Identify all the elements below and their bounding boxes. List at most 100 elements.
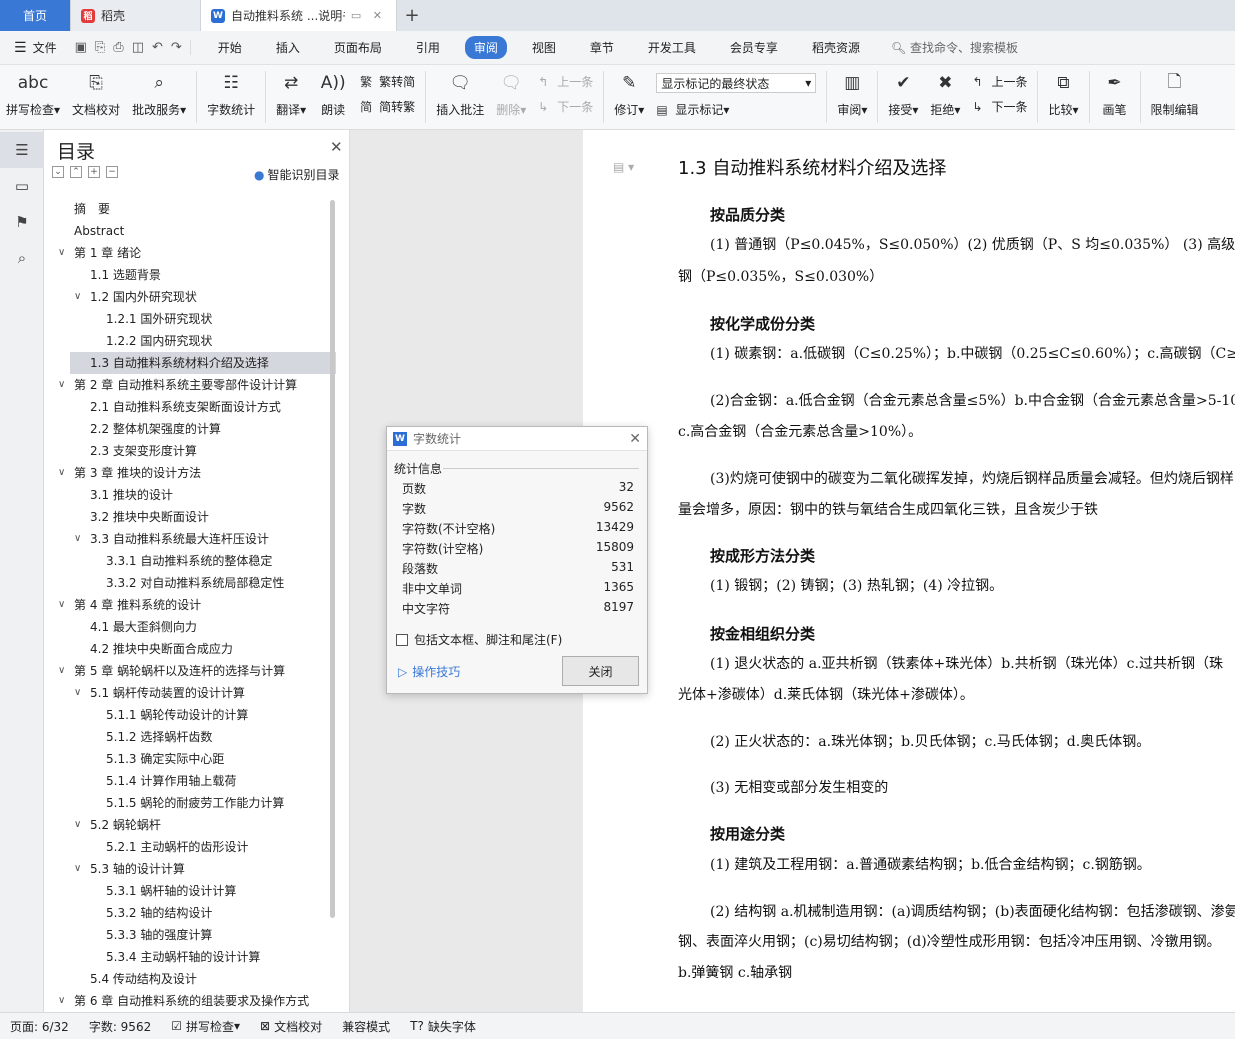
toc-item[interactable]: ∨ 5.2 蜗轮蜗杆 <box>44 814 336 836</box>
prev-comment-button[interactable]: ↰ 上一条 <box>538 73 593 90</box>
chevron-down-icon[interactable]: ∨ <box>58 990 65 1012</box>
doc-proof-button[interactable]: ⎘ 文档校对 <box>66 69 126 118</box>
delete-comment-button[interactable]: 🗨︎ 删除▾ <box>490 69 532 118</box>
menu-item[interactable]: 引用 <box>407 36 449 59</box>
toc-item[interactable]: 5.1.2 选择蜗杆齿数 <box>44 726 336 748</box>
new-tab-button[interactable]: + <box>397 0 427 31</box>
toc-item[interactable]: ∨ 1.2 国内外研究现状 <box>44 286 336 308</box>
next-change-button[interactable]: ↳ 下一条 <box>972 98 1027 115</box>
toc-item[interactable]: 5.3.2 轴的结构设计 <box>44 902 336 924</box>
toc-item[interactable]: 1.2.2 国内研究现状 <box>44 330 336 352</box>
chevron-down-icon[interactable]: ∨ <box>58 594 65 616</box>
toc-item[interactable]: 3.2 推块中央断面设计 <box>44 506 336 528</box>
export-icon[interactable]: ⎘ <box>95 40 105 55</box>
toc-item[interactable]: Abstract <box>44 220 336 242</box>
spell-check-status[interactable]: ☑ 拼写检查 ▾ <box>161 1018 250 1035</box>
menu-item[interactable]: 视图 <box>523 36 565 59</box>
add-icon[interactable]: + <box>88 166 100 178</box>
translate-button[interactable]: ⇄ 翻译▾ <box>270 69 312 118</box>
collapse-icon[interactable]: ⌄ <box>52 166 64 178</box>
word-count-indicator[interactable]: 字数: 9562 <box>79 1018 161 1035</box>
paragraph-menu-icon[interactable]: ▤ ▾ <box>613 160 634 174</box>
toc-item[interactable]: 3.3.1 自动推料系统的整体稳定 <box>44 550 336 572</box>
toc-item[interactable]: 5.1.5 蜗轮的耐疲劳工作能力计算 <box>44 792 336 814</box>
tab-close-icon[interactable]: ▭ ✕ <box>351 9 386 22</box>
chevron-down-icon[interactable]: ∨ <box>74 814 81 836</box>
toc-item[interactable]: 5.2.1 主动蜗杆的齿形设计 <box>44 836 336 858</box>
chevron-down-icon[interactable]: ∨ <box>74 682 81 704</box>
undo-icon[interactable]: ↶ <box>152 40 163 55</box>
bookmark-icon[interactable]: ⚑ <box>0 204 44 240</box>
menu-item[interactable]: 审阅 <box>464 36 507 59</box>
tab-docer[interactable]: 稻 稻壳 <box>71 0 201 31</box>
menu-item[interactable]: 开发工具 <box>639 36 705 59</box>
markup-state-select[interactable]: 显示标记的最终状态 ▾ <box>656 73 817 93</box>
missing-font-status[interactable]: T? 缺失字体 <box>400 1018 486 1035</box>
page-indicator[interactable]: 页面: 6/32 <box>0 1018 79 1035</box>
toc-item[interactable]: 5.3.1 蜗杆轴的设计计算 <box>44 880 336 902</box>
remove-icon[interactable]: − <box>106 166 118 178</box>
chevron-down-icon[interactable]: ∨ <box>58 660 65 682</box>
toc-item[interactable]: 5.3.4 主动蜗杆轴的设计计算 <box>44 946 336 968</box>
reject-button[interactable]: ✖ 拒绝▾ <box>924 69 966 118</box>
to-simplified-button[interactable]: 简简转繁 <box>360 98 415 115</box>
toc-nav-icon[interactable]: ☰ <box>0 132 44 168</box>
spell-check-button[interactable]: abc 拼写检查▾ <box>0 69 66 118</box>
compare-button[interactable]: ⧉ 比较▾ <box>1042 69 1084 118</box>
word-count-button[interactable]: ☷ 字数统计 <box>201 69 261 118</box>
tips-link[interactable]: ▷ 操作技巧 <box>398 663 460 680</box>
toc-item[interactable]: 4.1 最大歪斜侧向力 <box>44 616 336 638</box>
show-markup-button[interactable]: ▤ 显示标记 ▾ <box>656 101 816 118</box>
next-comment-button[interactable]: ↳ 下一条 <box>538 98 593 115</box>
menu-item[interactable]: 稻壳资源 <box>803 36 869 59</box>
toc-item[interactable]: 2.1 自动推料系统支架断面设计方式 <box>44 396 336 418</box>
toc-item[interactable]: ∨ 第 3 章 推块的设计方法 <box>44 462 336 484</box>
toc-item[interactable]: ∨ 5.1 蜗杆传动装置的设计计算 <box>44 682 336 704</box>
toc-item[interactable]: ∨ 第 6 章 自动推料系统的组装要求及操作方式 <box>44 990 336 1012</box>
tab-home[interactable]: 首页 <box>0 0 71 31</box>
toc-item[interactable]: 摘 要 <box>44 198 336 220</box>
print-icon[interactable]: ⎙ <box>113 40 123 55</box>
toc-item[interactable]: ∨ 3.3 自动推料系统最大连杆压设计 <box>44 528 336 550</box>
toc-item[interactable]: 5.1.1 蜗轮传动设计的计算 <box>44 704 336 726</box>
menu-item[interactable]: 开始 <box>209 36 251 59</box>
toc-item[interactable]: 3.1 推块的设计 <box>44 484 336 506</box>
file-menu[interactable]: ☰ 文件 <box>0 39 67 56</box>
toc-item[interactable]: 5.1.3 确定实际中心距 <box>44 748 336 770</box>
search-icon[interactable]: ⌕ <box>0 240 44 276</box>
expand-icon[interactable]: ⌃ <box>70 166 82 178</box>
toc-item[interactable]: 1.1 选题背景 <box>44 264 336 286</box>
toc-item[interactable]: 5.4 传动结构及设计 <box>44 968 336 990</box>
toc-item[interactable]: 5.3.3 轴的强度计算 <box>44 924 336 946</box>
doc-proof-status[interactable]: ⊠ 文档校对 <box>250 1018 332 1035</box>
toc-item[interactable]: 4.2 推块中央断面合成应力 <box>44 638 336 660</box>
batch-service-button[interactable]: ⌕ 批改服务▾ <box>126 69 192 118</box>
toc-item[interactable]: 5.1.4 计算作用轴上载荷 <box>44 770 336 792</box>
restrict-edit-button[interactable]: 🗋︎ 限制编辑 <box>1145 69 1205 118</box>
command-search[interactable]: 🔍︎ 查找命令、搜索模板 <box>891 39 1018 56</box>
toc-item[interactable]: 1.2.1 国外研究现状 <box>44 308 336 330</box>
include-footnotes-checkbox[interactable]: 包括文本框、脚注和尾注(F) <box>396 631 562 648</box>
chevron-down-icon[interactable]: ∨ <box>58 462 65 484</box>
toc-item[interactable]: ∨ 第 2 章 自动推料系统主要零部件设计计算 <box>44 374 336 396</box>
menu-item[interactable]: 页面布局 <box>325 36 391 59</box>
accept-button[interactable]: ✔ 接受▾ <box>882 69 924 118</box>
toc-item[interactable]: 2.2 整体机架强度的计算 <box>44 418 336 440</box>
chevron-down-icon[interactable]: ∨ <box>74 858 81 880</box>
smart-toc-button[interactable]: ● 智能识别目录 <box>254 166 340 183</box>
prev-change-button[interactable]: ↰ 上一条 <box>972 73 1027 90</box>
chevron-down-icon[interactable]: ∨ <box>58 242 65 264</box>
preview-icon[interactable]: ◫ <box>132 40 144 55</box>
review-pane-button[interactable]: ▥ 审阅▾ <box>831 69 873 118</box>
menu-item[interactable]: 会员专享 <box>721 36 787 59</box>
redo-icon[interactable]: ↷ <box>171 40 182 55</box>
chapter-nav-icon[interactable]: ▭ <box>0 168 44 204</box>
toc-item[interactable]: ∨ 5.3 轴的设计计算 <box>44 858 336 880</box>
insert-comment-button[interactable]: 🗨︎ 插入批注 <box>430 69 490 118</box>
toc-item[interactable]: 3.3.2 对自动推料系统局部稳定性 <box>44 572 336 594</box>
read-aloud-button[interactable]: A)) 朗读 <box>312 69 354 118</box>
chevron-down-icon[interactable]: ∨ <box>74 286 81 308</box>
save-icon[interactable]: ▣ <box>75 40 87 55</box>
chevron-down-icon[interactable]: ∨ <box>74 528 81 550</box>
toc-item[interactable]: ∨ 第 4 章 推料系统的设计 <box>44 594 336 616</box>
